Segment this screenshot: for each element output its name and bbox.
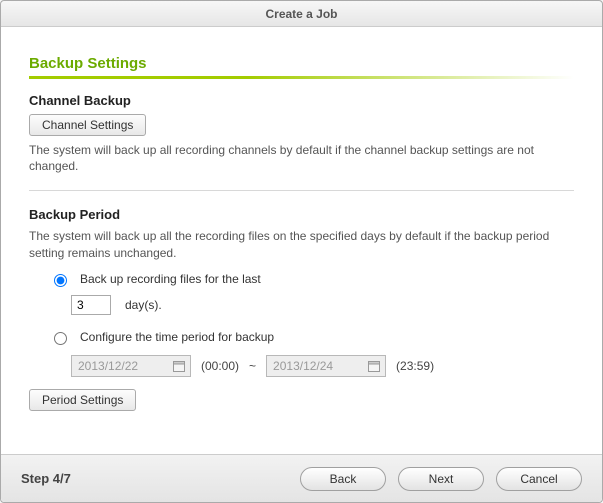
footer: Step 4/7 Back Next Cancel <box>1 454 602 502</box>
channel-backup-description: The system will back up all recording ch… <box>29 142 574 174</box>
calendar-icon <box>367 359 381 373</box>
back-button[interactable]: Back <box>300 467 386 491</box>
from-date-value: 2013/12/22 <box>78 359 138 373</box>
divider <box>29 190 574 191</box>
from-time-label: (00:00) <box>201 359 239 373</box>
title-underline <box>29 76 574 79</box>
days-suffix: day(s). <box>125 298 162 312</box>
backup-period-description: The system will back up all the recordin… <box>29 228 574 260</box>
from-date-field[interactable]: 2013/12/22 <box>71 355 191 377</box>
radio-last-days-label: Back up recording files for the last <box>80 272 261 286</box>
page-title: Backup Settings <box>29 55 574 72</box>
radio-time-range-label: Configure the time period for backup <box>80 330 274 344</box>
radio-time-range[interactable] <box>54 332 67 345</box>
channel-backup-heading: Channel Backup <box>29 93 574 108</box>
content-area: Backup Settings Channel Backup Channel S… <box>1 27 602 454</box>
step-indicator: Step 4/7 <box>21 471 71 486</box>
to-date-value: 2013/12/24 <box>273 359 333 373</box>
backup-period-heading: Backup Period <box>29 207 574 222</box>
radio-last-days[interactable] <box>54 274 67 287</box>
range-separator: ~ <box>249 359 256 373</box>
next-button[interactable]: Next <box>398 467 484 491</box>
window-title: Create a Job <box>265 7 337 21</box>
channel-settings-button[interactable]: Channel Settings <box>29 114 146 136</box>
dialog-create-job: Create a Job Backup Settings Channel Bac… <box>0 0 603 503</box>
titlebar: Create a Job <box>1 1 602 27</box>
calendar-icon <box>172 359 186 373</box>
cancel-button[interactable]: Cancel <box>496 467 582 491</box>
period-settings-button[interactable]: Period Settings <box>29 389 136 411</box>
days-input[interactable] <box>71 295 111 315</box>
to-date-field[interactable]: 2013/12/24 <box>266 355 386 377</box>
to-time-label: (23:59) <box>396 359 434 373</box>
footer-buttons: Back Next Cancel <box>300 467 582 491</box>
